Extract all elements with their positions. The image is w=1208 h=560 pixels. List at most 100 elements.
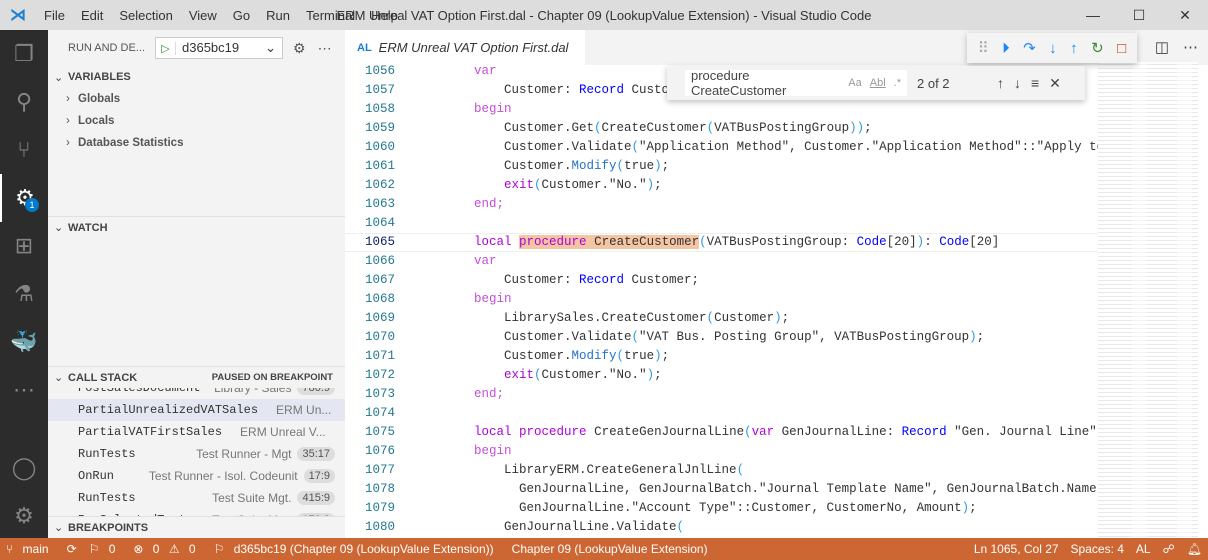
find-in-selection-icon[interactable]: ≡ <box>1031 75 1039 91</box>
callstack-frame[interactable]: PostSalesDocument Library - Sales 780:9 <box>48 388 345 399</box>
menu-selection[interactable]: Selection <box>111 8 180 23</box>
code-token: ) <box>654 159 662 173</box>
section-title: WATCH <box>68 221 108 234</box>
line-number: 1080 <box>364 520 395 534</box>
menu-edit[interactable]: Edit <box>73 8 111 23</box>
match-case-toggle[interactable]: Aa <box>848 77 861 89</box>
cursor-position[interactable]: Ln 1065, Col 27 <box>968 542 1065 556</box>
feedback-icon[interactable]: ☍ <box>1157 542 1181 556</box>
tab-erm-unreal-vat[interactable]: AL ERM Unreal VAT Option First.dal <box>345 30 585 65</box>
launch-config-select[interactable]: ▷ d365bc19 ⌄ <box>155 37 284 59</box>
line-number: 1071 <box>364 349 395 363</box>
code-line: 1075 local procedure CreateGenJournalLin… <box>345 423 1098 442</box>
callstack-section[interactable]: ⌄ CALL STACK PAUSED ON BREAKPOINT <box>48 366 345 388</box>
ports-status[interactable]: ⚐ 0 <box>83 542 128 556</box>
step-out-icon[interactable]: ↑ <box>1070 40 1078 57</box>
code-token: begin <box>474 444 512 458</box>
menu-help[interactable]: Help <box>363 8 406 23</box>
gear-icon[interactable]: ⚙ <box>293 40 306 57</box>
explorer-icon[interactable]: ❐ <box>0 30 48 78</box>
step-into-icon[interactable]: ↓ <box>1049 40 1057 57</box>
callstack-frame[interactable]: RunTests Test Suite Mgt. 415:9 <box>48 487 345 509</box>
debug-status[interactable]: ⚐ d365bc19 (Chapter 09 (LookupValue Exte… <box>208 542 506 556</box>
account-icon[interactable]: ◯ <box>0 444 48 492</box>
sidebar-title: RUN AND DE... <box>68 42 146 54</box>
start-debug-icon[interactable]: ▷ <box>156 41 177 55</box>
more-actions-icon[interactable]: ⋯ <box>1183 38 1198 56</box>
close-find-icon[interactable]: ✕ <box>1049 75 1061 92</box>
variable-scope-item[interactable]: › Locals <box>48 110 345 132</box>
activity-bar: ❐ ⚲ ⑂ ⚙ 1 ⊞ ⚗ 🐳 ⋯ ◯ ⚙ <box>0 30 48 538</box>
code-token: end; <box>474 197 505 211</box>
variable-scope-label: Database Statistics <box>78 137 184 149</box>
regex-toggle[interactable]: .* <box>894 77 901 89</box>
line-number: 1061 <box>364 159 395 173</box>
callstack-frame[interactable]: PartialUnrealizedVATSales ERM Un... <box>48 399 345 421</box>
project-status[interactable]: Chapter 09 (LookupValue Extension) <box>506 542 714 556</box>
code-token: "Application Method", Customer."Applicat… <box>639 140 1098 154</box>
split-editor-icon[interactable]: ◫ <box>1155 38 1169 56</box>
code-area[interactable]: 1056 var 1057 Customer: Record Customer; 1… <box>345 62 1098 538</box>
docker-icon[interactable]: 🐳 <box>0 318 48 366</box>
callstack-frame[interactable]: OnRun Test Runner - Isol. Codeunit 17:9 <box>48 465 345 487</box>
stop-icon[interactable]: □ <box>1117 40 1126 57</box>
code-token: ) <box>654 349 662 363</box>
sync-icon[interactable]: ⟳ <box>61 542 83 556</box>
previous-match-icon[interactable]: ↑ <box>997 75 1004 91</box>
code-token: ( <box>699 235 707 249</box>
callstack-frame[interactable]: PartialVATFirstSales ERM Unreal V... <box>48 421 345 443</box>
extensions-icon[interactable]: ⊞ <box>0 222 48 270</box>
code-token: LibraryERM.CreateGeneralJnlLine <box>444 463 737 477</box>
code-token: local <box>474 235 512 249</box>
menu-run[interactable]: Run <box>258 8 298 23</box>
callstack-frame[interactable]: RunTests Test Runner - Mgt 35:17 <box>48 443 345 465</box>
maximize-button[interactable]: ☐ <box>1116 0 1162 30</box>
menu-view[interactable]: View <box>181 8 225 23</box>
step-over-icon[interactable]: ↷ <box>1023 39 1036 57</box>
code-line: 1073 end; <box>345 385 1098 404</box>
whole-word-toggle[interactable]: Abl <box>870 77 886 89</box>
manage-gear-icon[interactable]: ⚙ <box>0 492 48 540</box>
notifications-icon[interactable]: 🔔︎ <box>1181 542 1208 556</box>
line-number: 1074 <box>364 406 395 420</box>
branch-status[interactable]: ⑂ main <box>0 542 61 556</box>
minimize-button[interactable]: — <box>1070 0 1116 30</box>
continue-icon[interactable]: ⏵ <box>1002 40 1010 57</box>
problems-status[interactable]: ⊗ 0 ⚠ 0 <box>127 542 207 556</box>
restart-icon[interactable]: ↻ <box>1091 39 1104 57</box>
testing-icon[interactable]: ⚗ <box>0 270 48 318</box>
callstack-frame[interactable]: RunSelectedTests Test Suite Mgt. 170:9 <box>48 509 345 516</box>
breakpoints-section[interactable]: ⌄ BREAKPOINTS <box>48 516 345 538</box>
search-icon[interactable]: ⚲ <box>0 78 48 126</box>
frame-name: PartialVATFirstSales <box>78 425 223 439</box>
menu-go[interactable]: Go <box>225 8 258 23</box>
minimap[interactable] <box>1098 62 1198 538</box>
code-token: ( <box>631 330 640 344</box>
code-token: ; <box>654 178 662 192</box>
run-debug-icon[interactable]: ⚙ 1 <box>0 174 48 222</box>
variable-scope-item[interactable]: › Database Statistics <box>48 132 345 154</box>
find-input[interactable]: procedure CreateCustomer Aa Abl .* <box>685 68 907 98</box>
next-match-icon[interactable]: ↓ <box>1014 75 1021 91</box>
indentation[interactable]: Spaces: 4 <box>1065 542 1130 556</box>
source-control-icon[interactable]: ⑂ <box>0 126 48 174</box>
watch-section[interactable]: ⌄ WATCH <box>48 216 345 238</box>
line-number: 1059 <box>364 121 395 135</box>
variables-section[interactable]: ⌄ VARIABLES <box>48 66 345 88</box>
more-icon[interactable]: ⋯ <box>0 366 48 414</box>
menu-file[interactable]: File <box>36 8 73 23</box>
more-actions-icon[interactable]: ⋯ <box>318 40 332 57</box>
drag-handle-icon[interactable]: ⠿ <box>978 39 989 57</box>
code-line: 1060 Customer.Validate("Application Meth… <box>345 138 1098 157</box>
chevron-right-icon: › <box>66 137 70 149</box>
code-token: Customer: <box>444 273 580 287</box>
frame-line: 780:9 <box>297 388 335 395</box>
chevron-down-icon: ⌄ <box>54 71 64 84</box>
section-title: CALL STACK <box>68 371 138 384</box>
chevron-down-icon: ⌄ <box>265 40 277 55</box>
language-mode[interactable]: AL <box>1130 542 1157 556</box>
variable-scope-item[interactable]: › Globals <box>48 88 345 110</box>
close-button[interactable]: ✕ <box>1162 0 1208 30</box>
menu-terminal[interactable]: Terminal <box>298 8 363 23</box>
